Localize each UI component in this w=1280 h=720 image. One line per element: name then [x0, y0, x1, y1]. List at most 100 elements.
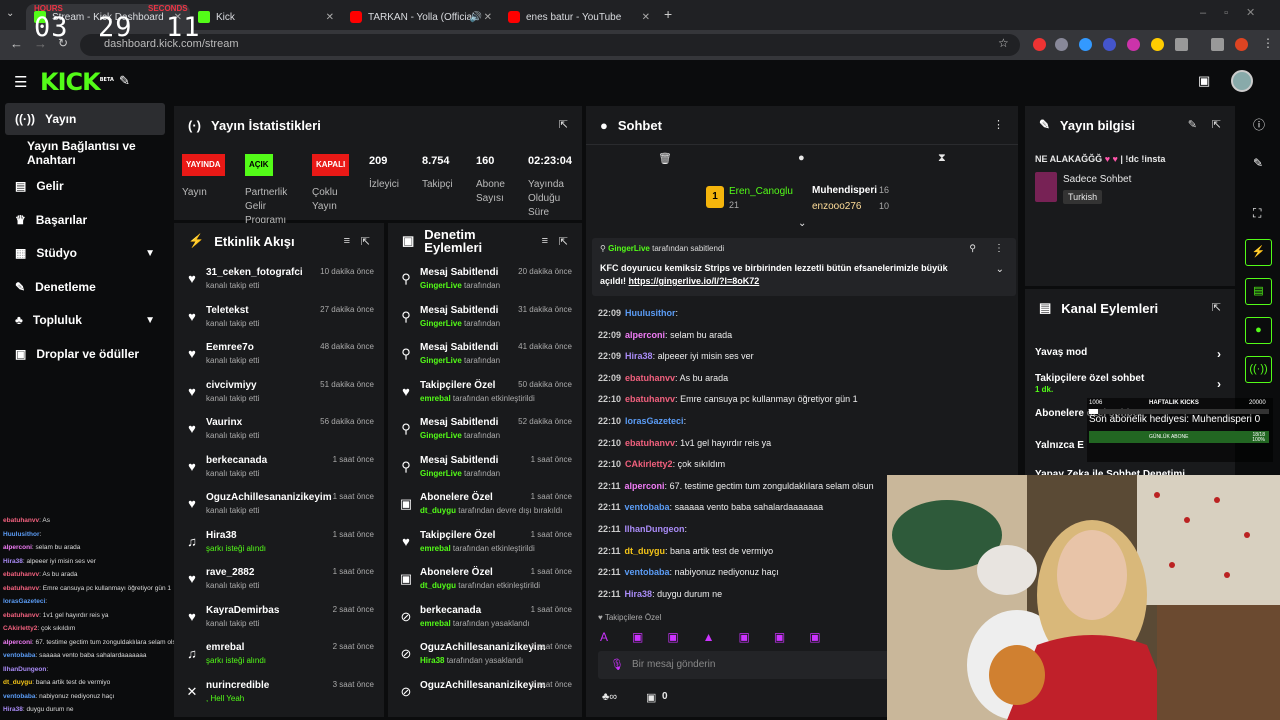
- chat-username[interactable]: IlhanDungeon: [625, 524, 685, 534]
- followers-only-toggle[interactable]: Takipçilere özel sohbet 1 dk. ›: [1035, 373, 1221, 395]
- tab-search-icon[interactable]: ⌄: [6, 8, 14, 19]
- broadcast-button[interactable]: ((·)): [1245, 356, 1272, 383]
- popout-icon[interactable]: ⇱: [559, 235, 568, 248]
- filter-icon[interactable]: ≡: [344, 235, 350, 247]
- pin-icon[interactable]: ✎: [119, 73, 130, 89]
- kick-logo[interactable]: KICKBETA: [40, 68, 114, 96]
- activity-name: KayraDemirbas: [206, 604, 280, 616]
- moderation-detail: tarafından: [464, 318, 501, 328]
- sidebar-item-label: Yayın: [44, 112, 77, 126]
- moderation-user: GingerLive: [420, 318, 462, 328]
- chat-username[interactable]: alperconi: [625, 330, 665, 340]
- chevron-down-icon[interactable]: ⌄: [798, 218, 806, 229]
- lightning-button[interactable]: ⚡: [1245, 239, 1272, 266]
- popout-icon[interactable]: ⇱: [1212, 301, 1221, 314]
- activity-row: ♥ civcivmiyy kanalı takip etti 51 dakika ön…: [174, 376, 384, 413]
- chat-icon[interactable]: ●: [798, 152, 805, 164]
- tab-kick[interactable]: Kick ✕: [190, 4, 342, 30]
- url-field[interactable]: dashboard.kick.com/stream: [80, 34, 1020, 56]
- logo-beta: BETA: [99, 77, 114, 83]
- chat-timestamp: 22:11: [598, 480, 621, 491]
- chat-username[interactable]: dt_duygu: [625, 546, 666, 556]
- fullscreen-icon[interactable]: ⛶: [1253, 206, 1261, 221]
- chat-username[interactable]: ebatuhanvv: [625, 373, 675, 383]
- document-button[interactable]: ▤: [1245, 278, 1272, 305]
- hourglass-icon[interactable]: ⧗: [938, 152, 946, 165]
- chat-username[interactable]: ebatuhanvv: [625, 394, 675, 404]
- stat-label: İzleyici: [369, 179, 400, 190]
- chat-username[interactable]: alperconi: [625, 481, 665, 491]
- popout-icon[interactable]: ⇱: [1212, 118, 1221, 131]
- microphone-icon[interactable]: 🎙: [610, 658, 624, 671]
- pinned-header: ⚲ GingerLive tarafından sabitlendi: [600, 244, 724, 253]
- puzzle-icon[interactable]: [1175, 38, 1188, 51]
- community-icon[interactable]: ♣∞: [602, 691, 617, 703]
- sidebar-item-yayin[interactable]: ((·)) Yayın: [5, 103, 165, 135]
- info-icon[interactable]: ⓘ: [1253, 116, 1265, 133]
- window-controls[interactable]: –▫✕: [1200, 6, 1273, 19]
- tab-enes-batur[interactable]: enes batur - YouTube ✕: [500, 4, 658, 30]
- activity-time: 10 dakika önce: [320, 267, 374, 276]
- gift-box-icon[interactable]: ▣: [1198, 73, 1210, 89]
- chat-button[interactable]: ●: [1245, 317, 1272, 344]
- sidebar-item-stream-key[interactable]: Yayın Bağlantısı ve Anahtarı: [16, 137, 176, 169]
- sidebar-item-denetleme[interactable]: ✎ Denetleme: [5, 271, 165, 303]
- category-name[interactable]: Sadece Sohbet: [1063, 174, 1131, 185]
- chat-username[interactable]: Hira38: [625, 351, 653, 361]
- moon-icon[interactable]: [1151, 38, 1164, 51]
- close-icon[interactable]: ✕: [642, 12, 650, 23]
- menu-dots-icon[interactable]: ⋮: [993, 118, 1004, 131]
- trash-icon[interactable]: 🗑: [658, 152, 672, 165]
- chat-username[interactable]: Huulusithor: [625, 308, 676, 318]
- chat-username[interactable]: lorasGazeteci: [625, 416, 684, 426]
- filter-icon[interactable]: ≡: [542, 235, 548, 247]
- chat-username[interactable]: ventobaba: [625, 502, 670, 512]
- extension-icon[interactable]: [1127, 38, 1140, 51]
- menu-dots-icon[interactable]: ⋮: [994, 243, 1004, 254]
- speaker-icon[interactable]: 🔊: [470, 12, 482, 23]
- sidebar-item-studyo[interactable]: ▦ Stüdyo ▼: [5, 237, 165, 269]
- new-tab-button[interactable]: +: [664, 6, 672, 22]
- chat-username[interactable]: ebatuhanvv: [625, 438, 675, 448]
- chat-username[interactable]: Hira38: [625, 589, 653, 599]
- pencil-icon[interactable]: ✎: [1253, 156, 1263, 170]
- chat-text: 1v1 gel hayırdır reis ya: [680, 437, 772, 448]
- emote-only-toggle[interactable]: Yalnızca E: [1035, 440, 1084, 451]
- sidebar-item-droplar[interactable]: ▣ Droplar ve ödüller: [5, 338, 165, 370]
- media-icon[interactable]: [1211, 38, 1224, 51]
- back-icon[interactable]: ←: [10, 36, 23, 51]
- hamburger-menu-icon[interactable]: ☰: [14, 73, 27, 91]
- pinned-link[interactable]: https://gingerlive.io/l/?l=8oK72: [629, 276, 760, 286]
- chevron-down-icon[interactable]: ⌄: [996, 264, 1004, 275]
- moderation-time: 20 dakika önce: [518, 267, 572, 276]
- extension-icon[interactable]: [1079, 38, 1092, 51]
- activity-time: 56 dakika önce: [320, 417, 374, 426]
- profile-icon[interactable]: [1235, 38, 1248, 51]
- popout-icon[interactable]: ⇱: [559, 118, 568, 131]
- sidebar-item-topluluk[interactable]: ♣ Topluluk ▼: [5, 304, 165, 336]
- avatar[interactable]: [1231, 70, 1253, 92]
- bookmark-star-icon[interactable]: ☆: [998, 36, 1009, 50]
- emote-bar[interactable]: A▣▣▲▣▣▣: [600, 630, 845, 644]
- chat-username[interactable]: CAkirletty2: [625, 459, 673, 469]
- gift-box-icon[interactable]: ▣: [646, 691, 656, 704]
- popout-icon[interactable]: ⇱: [361, 235, 370, 248]
- chat-timestamp: 22:09: [598, 329, 622, 340]
- overlay-chat-line: ebatuhanvv: As: [3, 517, 50, 524]
- sidebar-item-gelir[interactable]: ▤ Gelir: [5, 170, 165, 202]
- unpin-icon[interactable]: ⚲: [969, 243, 976, 254]
- menu-dots-icon[interactable]: ⋮: [1262, 36, 1274, 50]
- chat-username[interactable]: ventobaba: [625, 567, 670, 577]
- close-icon[interactable]: ✕: [326, 12, 334, 23]
- tab-tarkan[interactable]: TARKAN - Yolla (Official Mu 🔊 ✕: [342, 4, 500, 30]
- activity-row: ♫ emrebal şarkı isteği alındı 2 saat önce: [174, 638, 384, 675]
- shield-icon[interactable]: [1055, 38, 1068, 51]
- extension-icon[interactable]: [1033, 38, 1046, 51]
- slow-mode-toggle[interactable]: Yavaş mod ›: [1035, 347, 1221, 361]
- close-icon[interactable]: ✕: [484, 12, 492, 23]
- moderation-sub: emrebal tarafından etkinleştirildi: [420, 394, 535, 403]
- edit-icon[interactable]: ✎: [1188, 118, 1197, 131]
- sidebar-item-basarilar[interactable]: ♛ Başarılar: [5, 204, 165, 236]
- chat-input[interactable]: 🎙 Bir mesaj gönderin: [598, 651, 898, 679]
- extension-icon[interactable]: [1103, 38, 1116, 51]
